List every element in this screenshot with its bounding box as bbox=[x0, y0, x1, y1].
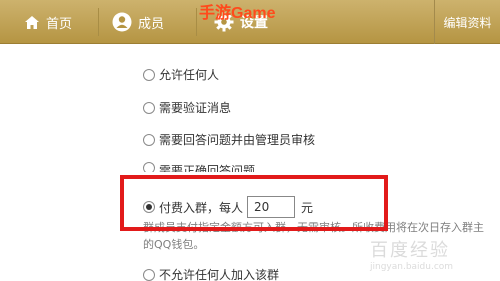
option-require-verification[interactable]: 需要验证消息 bbox=[143, 99, 231, 116]
fee-amount-input[interactable] bbox=[247, 196, 296, 218]
radio-button[interactable] bbox=[143, 133, 155, 146]
edit-profile-label: 编辑资料 bbox=[443, 15, 492, 30]
option-disallow-join[interactable]: 不允许任何人加入该群 bbox=[143, 266, 279, 281]
option-label: 允许任何人 bbox=[159, 68, 220, 82]
option-label: 需要验证消息 bbox=[159, 101, 232, 115]
nav-divider bbox=[98, 8, 99, 36]
option-label: 付费入群，每人 bbox=[159, 200, 244, 215]
nav-members-label: 成员 bbox=[138, 16, 165, 32]
option-label: 需要回答问题并由管理员审核 bbox=[159, 133, 316, 147]
option-paid-join[interactable]: 付费入群，每人 元 bbox=[143, 196, 313, 218]
option-answer-correctly[interactable]: 需要正确回答问题 bbox=[143, 162, 255, 172]
member-icon bbox=[112, 12, 132, 32]
edit-profile-button[interactable]: 编辑资料 bbox=[434, 0, 500, 44]
watermark-bottom-text: 百度经验 bbox=[370, 240, 450, 261]
radio-button[interactable] bbox=[143, 68, 155, 81]
nav-home[interactable]: 首页 bbox=[0, 0, 98, 44]
radio-button[interactable] bbox=[143, 162, 155, 172]
radio-button-checked[interactable] bbox=[143, 201, 155, 213]
radio-button[interactable] bbox=[143, 101, 155, 114]
fee-unit: 元 bbox=[301, 200, 314, 215]
option-label: 需要正确回答问题 bbox=[159, 164, 256, 172]
watermark-top: 手游Game bbox=[199, 5, 276, 22]
home-icon bbox=[24, 15, 40, 30]
subheader-fragment: 一一一 bbox=[64, 45, 97, 49]
nav-home-label: 首页 bbox=[46, 16, 73, 32]
nav-members[interactable]: 成员 bbox=[112, 0, 164, 44]
watermark-bottom: 百度经验 jingyan.baidu.com bbox=[370, 236, 490, 278]
nav-divider bbox=[196, 8, 197, 36]
option-allow-anyone[interactable]: 允许任何人 bbox=[143, 66, 219, 83]
watermark-bottom-url: jingyan.baidu.com bbox=[370, 262, 454, 272]
option-label: 不允许任何人加入该群 bbox=[159, 268, 280, 281]
radio-button[interactable] bbox=[143, 268, 155, 281]
option-answer-and-admin-review[interactable]: 需要回答问题并由管理员审核 bbox=[143, 131, 315, 148]
